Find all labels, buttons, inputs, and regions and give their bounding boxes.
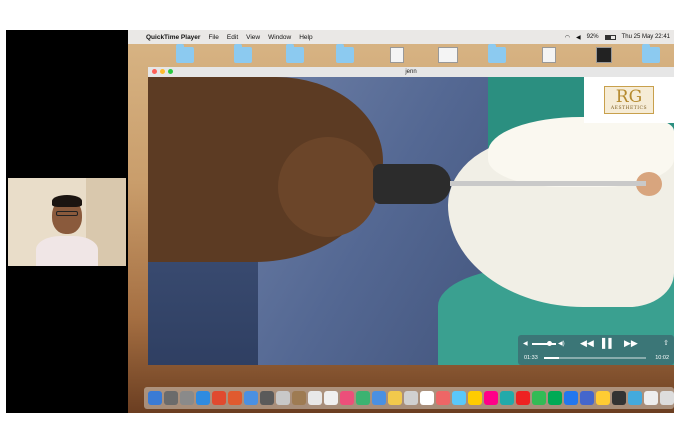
desktop-document-icon[interactable]: [438, 47, 458, 63]
window-titlebar[interactable]: jenn: [148, 67, 674, 77]
dock-app-icon[interactable]: [612, 391, 626, 405]
video-gloved-fingers: [278, 137, 378, 237]
dock-app-icon[interactable]: [404, 391, 418, 405]
volume-status-icon[interactable]: ◀: [576, 34, 581, 41]
dock-app-icon[interactable]: [244, 391, 258, 405]
menu-help[interactable]: Help: [299, 34, 312, 41]
battery-icon[interactable]: [604, 34, 616, 40]
dock-app-icon[interactable]: [196, 391, 210, 405]
window-title: jenn: [405, 69, 417, 75]
fast-forward-icon[interactable]: ▶▶: [624, 338, 638, 349]
dock-app-icon[interactable]: [228, 391, 242, 405]
close-icon[interactable]: [152, 69, 157, 74]
video-instrument-handle: [373, 164, 451, 204]
menu-window[interactable]: Window: [268, 34, 291, 41]
dock-app-icon[interactable]: [532, 391, 546, 405]
volume-icon[interactable]: ◀: [523, 340, 528, 347]
volume-slider-knob[interactable]: [546, 341, 552, 346]
mac-menubar: QuickTime Player File Edit View Window H…: [128, 30, 674, 44]
dock-app-icon[interactable]: [164, 391, 178, 405]
participant-glasses: [56, 211, 78, 216]
participant-video-tile[interactable]: [8, 178, 126, 266]
dock-app-icon[interactable]: [276, 391, 290, 405]
menubar-clock[interactable]: Thu 25 May 22:41: [622, 34, 670, 40]
volume-max-icon: ◀): [558, 341, 565, 347]
total-time: 10:02: [655, 355, 669, 361]
dock-app-icon[interactable]: [452, 391, 466, 405]
dock-app-icon[interactable]: [388, 391, 402, 405]
play-pause-icon[interactable]: ▌▌: [602, 338, 615, 348]
dock-app-icon[interactable]: [548, 391, 562, 405]
scrubber-progress: [544, 357, 560, 359]
dock-app-icon[interactable]: [580, 391, 594, 405]
desktop-folder-icon[interactable]: [336, 44, 354, 63]
video-instrument-cannula: [450, 181, 646, 186]
dock-app-icon[interactable]: [644, 391, 658, 405]
menubar-app-name[interactable]: QuickTime Player: [146, 34, 200, 41]
desktop-folder-icon[interactable]: [642, 44, 660, 63]
dock-app-icon[interactable]: [660, 391, 674, 405]
dock-app-icon[interactable]: [500, 391, 514, 405]
logo-subtitle: AESTHETICS: [610, 106, 648, 111]
dock-app-icon[interactable]: [564, 391, 578, 405]
mac-dock: [144, 387, 674, 409]
dock-app-icon[interactable]: [324, 391, 338, 405]
dock-app-icon[interactable]: [468, 391, 482, 405]
dock-app-icon[interactable]: [420, 391, 434, 405]
menu-file[interactable]: File: [208, 34, 218, 41]
shared-screen: QuickTime Player File Edit View Window H…: [128, 30, 674, 413]
battery-percent: 92%: [586, 34, 599, 40]
desktop-document-icon[interactable]: [542, 47, 556, 63]
rewind-icon[interactable]: ◀◀: [580, 338, 594, 349]
participant-body: [36, 236, 98, 266]
dock-app-icon[interactable]: [628, 391, 642, 405]
dock-app-icon[interactable]: [212, 391, 226, 405]
desktop-folder-icon[interactable]: [176, 44, 194, 63]
dock-app-icon[interactable]: [292, 391, 306, 405]
window-controls: [152, 69, 173, 74]
menu-edit[interactable]: Edit: [227, 34, 238, 41]
dock-app-icon[interactable]: [308, 391, 322, 405]
dock-app-icon[interactable]: [484, 391, 498, 405]
current-time: 01:33: [524, 355, 538, 361]
desktop-document-icon[interactable]: [596, 47, 612, 63]
zoom-icon[interactable]: [168, 69, 173, 74]
share-icon[interactable]: ⇧: [663, 339, 669, 347]
quicktime-window[interactable]: jenn RG AESTHETICS ◀ ◀) ◀◀ ▌▌ ▶▶ ⇧ 01:33…: [148, 67, 674, 365]
desktop-folder-icon[interactable]: [488, 44, 506, 63]
volume-slider[interactable]: [532, 343, 556, 345]
dock-app-icon[interactable]: [596, 391, 610, 405]
dock-app-icon[interactable]: [148, 391, 162, 405]
dock-app-icon[interactable]: [356, 391, 370, 405]
logo-mark: RG AESTHETICS: [603, 86, 655, 114]
dock-app-icon[interactable]: [516, 391, 530, 405]
dock-app-icon[interactable]: [340, 391, 354, 405]
meeting-frame: QuickTime Player File Edit View Window H…: [6, 30, 674, 413]
playback-controls: ◀ ◀) ◀◀ ▌▌ ▶▶ ⇧ 01:33 10:02: [518, 335, 674, 365]
minimize-icon[interactable]: [160, 69, 165, 74]
participant-hair: [52, 195, 82, 207]
scrubber-track[interactable]: [544, 357, 646, 359]
dock-app-icon[interactable]: [372, 391, 386, 405]
dock-app-icon[interactable]: [180, 391, 194, 405]
logo-initials: RG: [615, 87, 643, 107]
desktop-document-icon[interactable]: [390, 47, 404, 63]
video-frame[interactable]: RG AESTHETICS ◀ ◀) ◀◀ ▌▌ ▶▶ ⇧ 01:33 10:0…: [148, 77, 674, 365]
dock-app-icon[interactable]: [436, 391, 450, 405]
dock-app-icon[interactable]: [260, 391, 274, 405]
wifi-icon[interactable]: ◠: [565, 34, 570, 41]
menubar-status: ◠ ◀ 92% Thu 25 May 22:41: [565, 30, 670, 44]
desktop-folder-icon[interactable]: [286, 44, 304, 63]
brand-logo: RG AESTHETICS: [584, 77, 674, 123]
menu-view[interactable]: View: [246, 34, 260, 41]
desktop-folder-icon[interactable]: [234, 44, 252, 63]
